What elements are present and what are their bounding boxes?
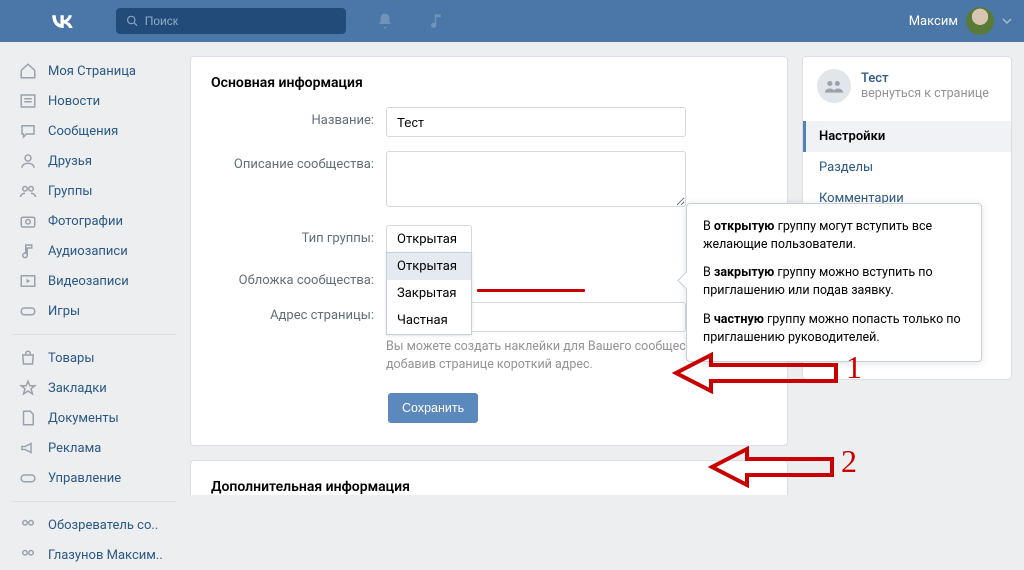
dropdown-option-private[interactable]: Частная	[387, 307, 471, 334]
camera-icon	[18, 211, 38, 231]
gamepad-icon	[18, 301, 38, 321]
description-label: Описание сообщества:	[211, 151, 386, 172]
cover-label: Обложка сообщества:	[211, 267, 386, 288]
group-type-tooltip: В открытую группу могут вступить все жел…	[686, 203, 982, 362]
friends-icon	[18, 151, 38, 171]
nav-news[interactable]: Новости	[12, 86, 176, 116]
dropdown-option-open[interactable]: Открытая	[387, 253, 471, 280]
nav-goods[interactable]: Товары	[12, 343, 176, 373]
additional-info-box: Дополнительная информация	[190, 460, 788, 495]
nav-audio[interactable]: Аудиозаписи	[12, 236, 176, 266]
search-icon	[126, 14, 139, 28]
groups-icon	[18, 545, 38, 565]
groups-icon	[18, 181, 38, 201]
annotation-arrow-2	[707, 447, 837, 491]
group-name: Тест	[861, 71, 989, 86]
avatar	[966, 7, 994, 35]
annotation-number-1: 1	[846, 349, 862, 386]
nav-groups[interactable]: Группы	[12, 176, 176, 206]
address-label: Адрес страницы:	[211, 302, 386, 323]
nav-friends[interactable]: Друзья	[12, 146, 176, 176]
group-type-dropdown: Открытая Закрытая Частная	[386, 252, 472, 335]
section-title: Дополнительная информация	[211, 479, 767, 495]
notifications-icon[interactable]	[376, 12, 394, 30]
nav-my-page[interactable]: Моя Страница	[12, 56, 176, 86]
name-label: Название:	[211, 107, 386, 128]
nav-photos[interactable]: Фотографии	[12, 206, 176, 236]
side-nav-sections[interactable]: Разделы	[803, 152, 1011, 183]
groups-icon	[18, 515, 38, 535]
nav-games[interactable]: Игры	[12, 296, 176, 326]
nav-group-link[interactable]: Глазунов Максим..	[12, 540, 176, 570]
audio-icon	[18, 241, 38, 261]
dropdown-option-closed[interactable]: Закрытая	[387, 280, 471, 307]
save-button[interactable]: Сохранить	[388, 393, 478, 423]
bag-icon	[18, 348, 38, 368]
music-icon[interactable]	[428, 12, 446, 30]
nav-docs[interactable]: Документы	[12, 403, 176, 433]
star-icon	[18, 378, 38, 398]
nav-bookmarks[interactable]: Закладки	[12, 373, 176, 403]
nav-separator	[12, 334, 176, 335]
gamepad-icon	[18, 468, 38, 488]
nav-ads[interactable]: Реклама	[12, 433, 176, 463]
news-icon	[18, 91, 38, 111]
top-header: Максим	[0, 0, 1024, 42]
doc-icon	[18, 408, 38, 428]
vk-logo[interactable]	[48, 7, 76, 35]
name-input[interactable]	[386, 107, 686, 137]
search-bar[interactable]	[116, 8, 346, 34]
annotation-number-2: 2	[841, 443, 857, 480]
username: Максим	[909, 14, 958, 29]
message-icon	[18, 121, 38, 141]
nav-manage[interactable]: Управление	[12, 463, 176, 493]
search-input[interactable]	[145, 14, 336, 28]
annotation-arrow-1	[671, 353, 841, 397]
description-input[interactable]	[386, 151, 686, 207]
basic-info-box: Основная информация Название: Описание с…	[190, 56, 788, 446]
megaphone-icon	[18, 438, 38, 458]
group-type-label: Тип группы:	[211, 225, 386, 246]
nav-video[interactable]: Видеозаписи	[12, 266, 176, 296]
home-icon	[18, 61, 38, 81]
video-icon	[18, 271, 38, 291]
section-title: Основная информация	[211, 75, 767, 91]
address-hint: Вы можете создать наклейки для Вашего со…	[386, 338, 716, 373]
back-link[interactable]: вернуться к странице	[861, 86, 989, 101]
user-menu[interactable]: Максим	[909, 7, 1012, 35]
left-nav: Моя Страница Новости Сообщения Друзья Гр…	[12, 56, 176, 570]
group-type-select[interactable]: Открытая	[386, 225, 472, 253]
main-content: Основная информация Название: Описание с…	[190, 56, 788, 570]
group-avatar-placeholder-icon	[817, 69, 851, 103]
chevron-down-icon	[1002, 16, 1012, 26]
nav-messages[interactable]: Сообщения	[12, 116, 176, 146]
annotation-underline	[477, 289, 585, 292]
side-nav-settings[interactable]: Настройки	[803, 121, 1011, 152]
nav-separator	[12, 501, 176, 502]
group-header[interactable]: Тест вернуться к странице	[803, 57, 1011, 115]
